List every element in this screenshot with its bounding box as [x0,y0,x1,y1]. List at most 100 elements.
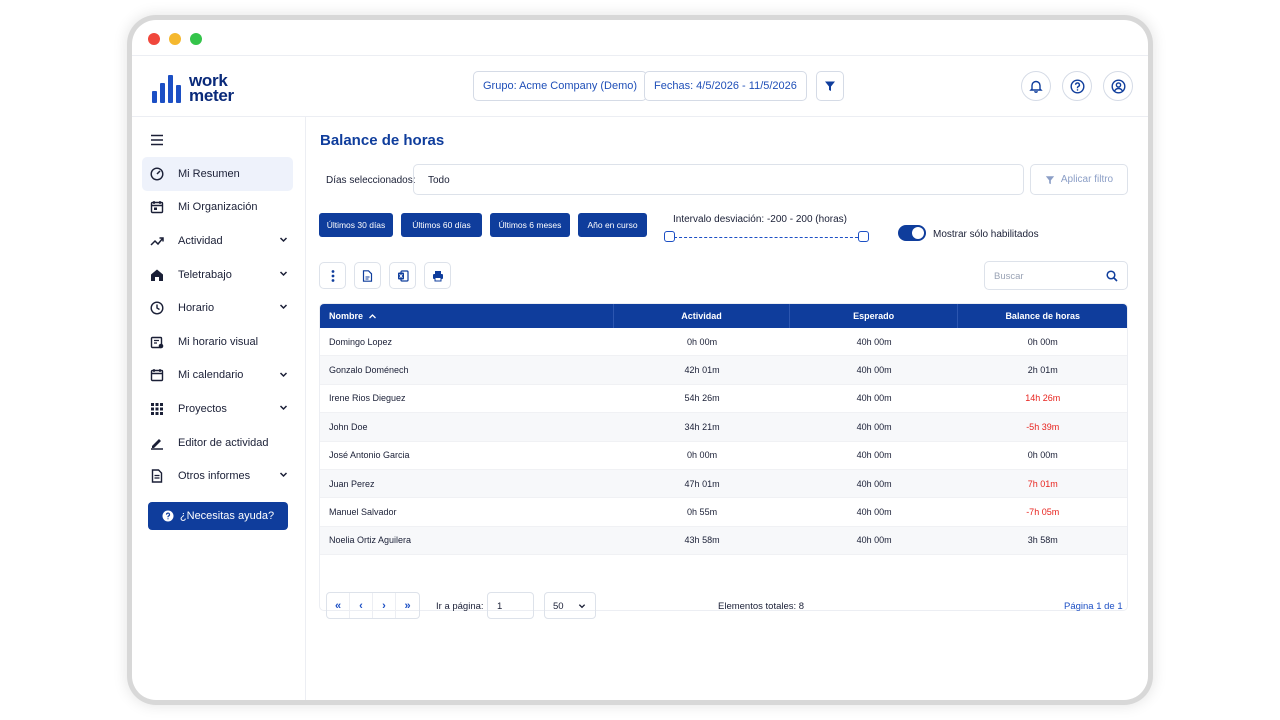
last-page-button[interactable]: » [396,593,419,618]
column-header-balance[interactable]: Balance de horas [958,304,1127,328]
sidebar-item-actividad[interactable]: Actividad [142,224,293,258]
current-year-button[interactable]: Año en curso [578,213,647,237]
search-input[interactable]: Buscar [984,261,1128,290]
sidebar-nav: Mi Resumen Mi Organización Actividad Tel… [142,157,293,493]
group-selector[interactable]: Grupo: Acme Company (Demo) [473,71,648,101]
table-row[interactable]: John Doe 34h 21m 40h 00m -5h 39m [320,413,1127,442]
sidebar-item-label: Proyectos [178,402,227,415]
chevron-down-icon [279,269,288,281]
column-header-name[interactable]: Nombre [320,304,615,328]
column-header-expected[interactable]: Esperado [790,304,959,328]
sidebar-item-label: Actividad [178,234,223,247]
sidebar-item-otros-informes[interactable]: Otros informes [142,459,293,493]
document-icon [362,269,373,282]
sidebar: Mi Resumen Mi Organización Actividad Tel… [132,117,306,700]
table-row[interactable]: Juan Perez 47h 01m 40h 00m 7h 01m [320,469,1127,499]
column-header-activity[interactable]: Actividad [614,304,790,328]
cell-name: Domingo Lopez [329,336,393,347]
days-selected-label: Días seleccionados: [326,175,416,186]
need-help-label: ¿Necesitas ayuda? [179,510,275,522]
logo-bars-icon [152,75,181,103]
filter-button[interactable] [816,71,844,101]
goto-page-input[interactable]: 1 [487,592,534,619]
page-size-value: 50 [553,601,564,612]
notifications-button[interactable] [1021,71,1051,101]
sidebar-item-teletrabajo[interactable]: Teletrabajo [142,258,293,292]
cell-expected: 40h 00m [856,421,892,432]
help-button[interactable] [1062,71,1092,101]
maximize-window-button[interactable] [190,33,202,45]
deviation-slider-max-handle[interactable] [858,231,869,242]
need-help-button[interactable]: ¿Necesitas ayuda? [148,502,288,530]
menu-toggle-button[interactable] [150,133,164,151]
last-6-months-button[interactable]: Últimos 6 meses [490,213,570,237]
gauge-icon [150,167,164,181]
sidebar-item-proyectos[interactable]: Proyectos [142,392,293,426]
main-content: Balance de horas Días seleccionados: Tod… [307,117,1148,700]
cell-balance: 0h 00m [1027,336,1058,347]
clock-icon [150,301,164,315]
days-selected-field[interactable]: Todo [413,164,1024,195]
sidebar-item-mi-resumen[interactable]: Mi Resumen [142,157,293,191]
sidebar-item-horario[interactable]: Horario [142,291,293,325]
first-page-button[interactable]: « [327,593,350,618]
search-icon[interactable] [1106,270,1118,285]
table-row[interactable]: Domingo Lopez 0h 00m 40h 00m 0h 00m [320,328,1127,357]
cell-balance: 3h 58m [1027,535,1058,546]
print-button[interactable] [424,262,451,289]
close-window-button[interactable] [148,33,160,45]
sidebar-item-editor-de-actividad[interactable]: Editor de actividad [142,426,293,460]
last-30-days-button[interactable]: Últimos 30 días [319,213,393,237]
chevron-down-icon [578,602,586,613]
page-size-select[interactable]: 50 [544,592,596,619]
cell-expected: 40h 00m [856,507,892,518]
more-options-button[interactable] [319,262,346,289]
chevron-down-icon [279,370,288,382]
sidebar-item-mi-horario-visual[interactable]: Mi horario visual [142,325,293,359]
table-row[interactable]: Noelia Ortiz Aguilera 43h 58m 40h 00m 3h… [320,526,1127,556]
export-excel-button[interactable] [389,262,416,289]
table-row[interactable]: Manuel Salvador 0h 55m 40h 00m -7h 05m [320,498,1127,527]
cell-expected: 40h 00m [856,365,892,376]
workmeter-logo[interactable]: work meter [152,72,234,104]
cell-activity: 0h 55m [687,507,718,518]
cell-balance: 14h 26m [1025,393,1061,404]
deviation-slider-track[interactable] [669,237,863,238]
show-enabled-only-label: Mostrar sólo habilitados [933,229,1039,240]
cell-name: Manuel Salvador [329,507,397,518]
report-icon [150,469,164,483]
hours-balance-table: Nombre Actividad Esperado Balance de hor… [319,303,1128,611]
last-60-days-button[interactable]: Últimos 60 días [401,213,482,237]
user-account-button[interactable] [1103,71,1133,101]
previous-page-button[interactable]: ‹ [350,593,373,618]
cell-balance: 7h 01m [1027,478,1058,489]
cell-balance: 2h 01m [1027,365,1058,376]
trend-icon [150,234,164,248]
excel-icon [397,269,409,282]
cell-expected: 40h 00m [856,393,892,404]
export-pdf-button[interactable] [354,262,381,289]
cell-name: José Antonio Garcia [329,450,410,461]
table-row[interactable]: Gonzalo Doménech 42h 01m 40h 00m 2h 01m [320,356,1127,385]
app-window: work meter Grupo: Acme Company (Demo) Fe… [132,20,1148,700]
cell-activity: 0h 00m [687,450,718,461]
question-circle-icon [162,510,174,522]
next-page-button[interactable]: › [373,593,396,618]
cell-name: John Doe [329,421,368,432]
sidebar-item-mi-calendario[interactable]: Mi calendario [142,359,293,393]
minimize-window-button[interactable] [169,33,181,45]
show-enabled-only-toggle[interactable] [898,225,926,241]
date-range-selector[interactable]: Fechas: 4/5/2026 - 11/5/2026 [644,71,807,101]
sidebar-item-mi-organizacion[interactable]: Mi Organización [142,191,293,225]
sidebar-item-label: Mi horario visual [178,335,259,348]
pagination-controls: « ‹ › » [326,592,420,619]
table-row[interactable]: José Antonio Garcia 0h 00m 40h 00m 0h 00… [320,442,1127,470]
chevron-down-icon [279,235,288,247]
table-row[interactable]: Irene Rios Dieguez 54h 26m 40h 00m 14h 2… [320,385,1127,414]
goto-page-label: Ir a página: [436,601,484,612]
apply-filter-button[interactable]: Aplicar filtro [1030,164,1128,195]
search-placeholder: Buscar [994,271,1024,282]
cell-activity: 54h 26m [684,393,720,404]
schedule-icon [150,335,164,349]
deviation-slider-min-handle[interactable] [664,231,675,242]
